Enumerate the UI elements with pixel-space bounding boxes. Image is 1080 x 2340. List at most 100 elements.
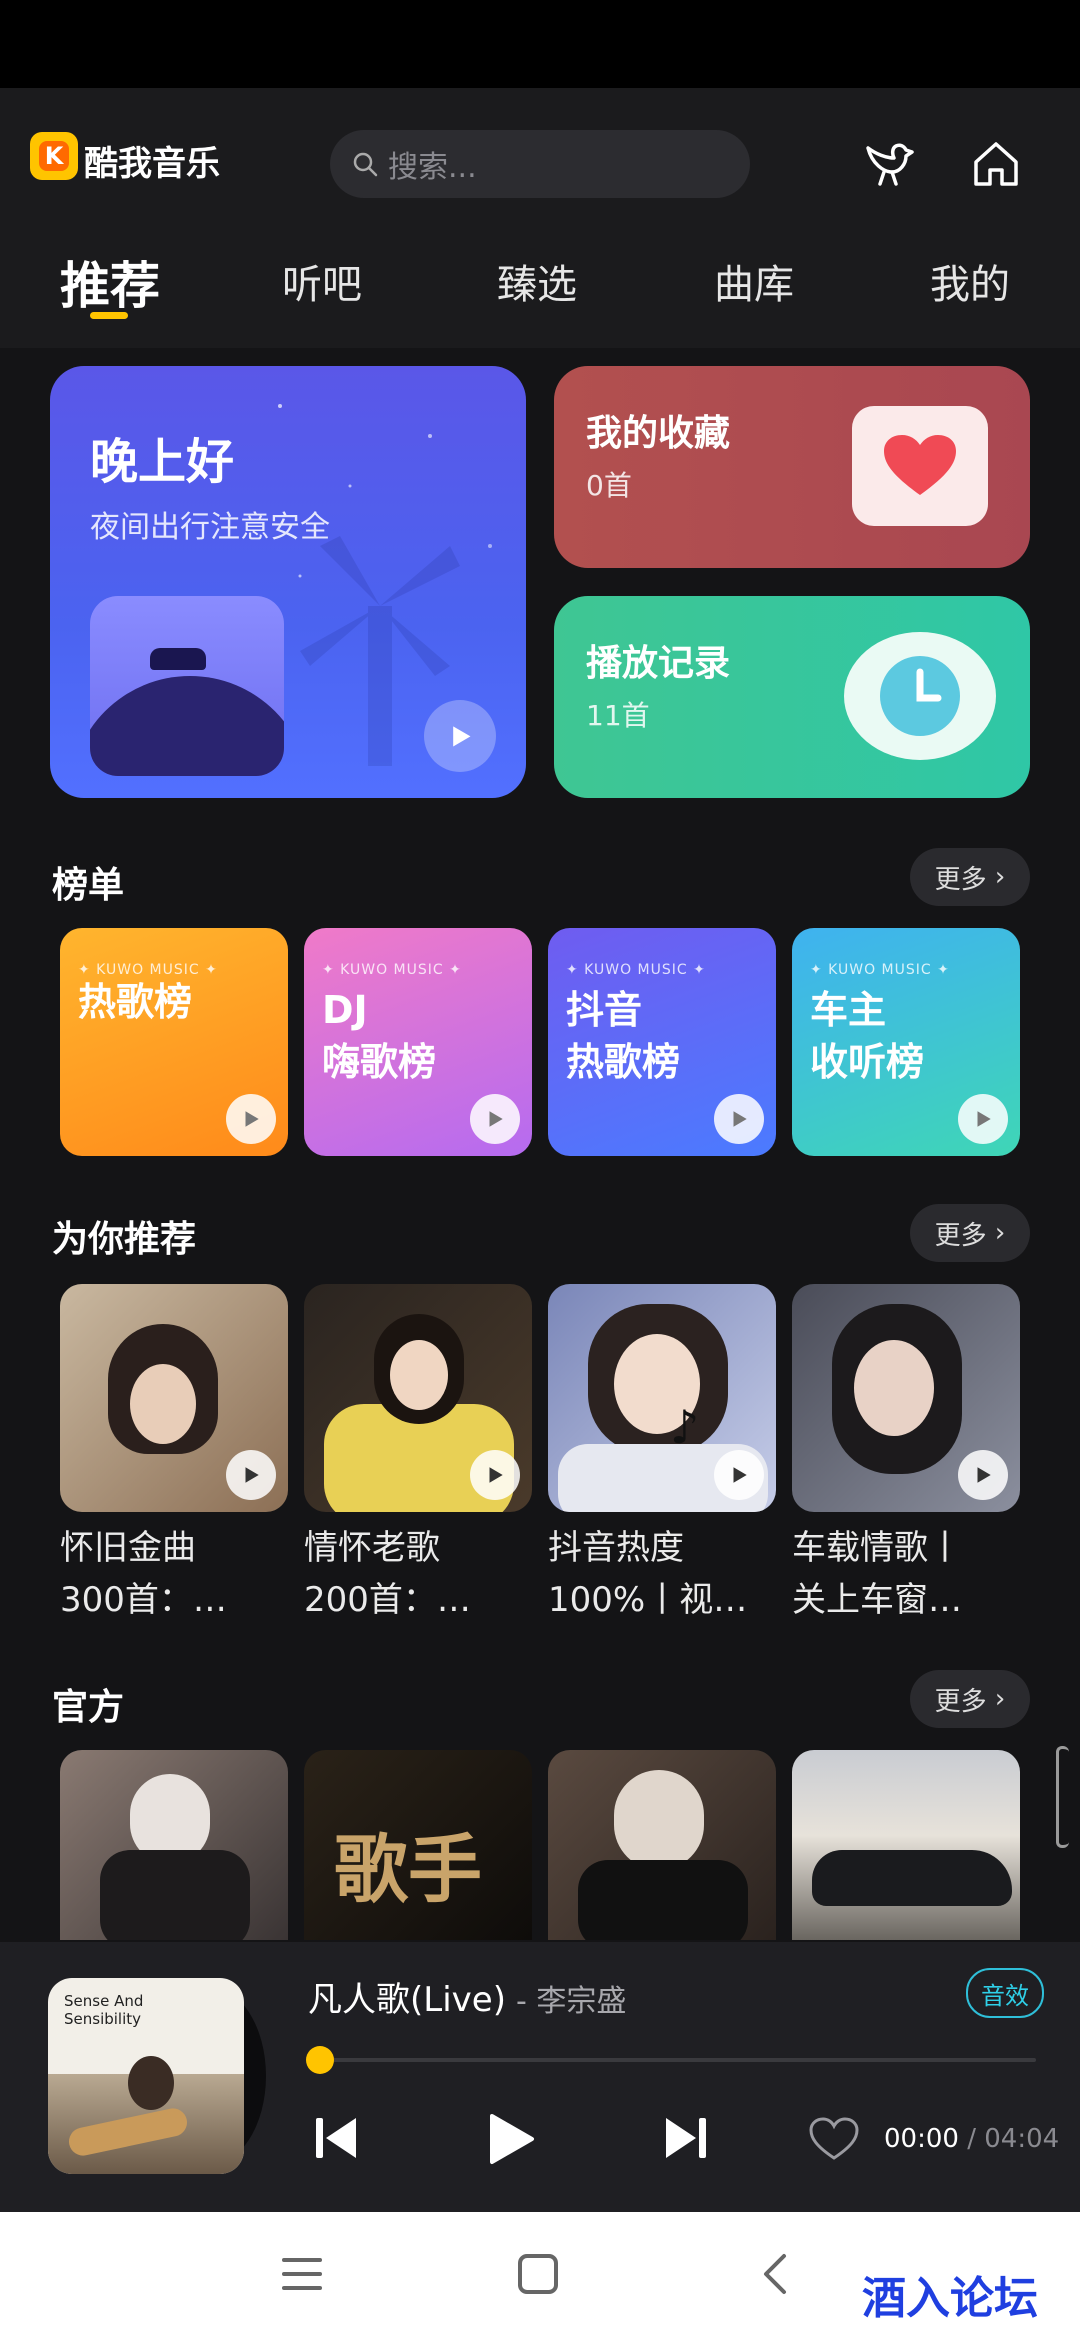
greeting-title: 晚上好	[90, 434, 235, 490]
bird-icon[interactable]	[862, 138, 914, 190]
song-artist: - 李宗盛	[516, 1984, 627, 2019]
history-title: 播放记录	[586, 643, 731, 684]
recommend-more-button[interactable]: 更多 ›	[910, 1204, 1030, 1262]
tab-select[interactable]: 臻选	[497, 252, 577, 310]
chart-dj[interactable]: ✦ KUWO MUSIC ✦ DJ 嗨歌榜	[304, 928, 532, 1156]
recommend-item[interactable]: 车载情歌丨 关上车窗…	[792, 1284, 1020, 1626]
sound-effect-button[interactable]: 音效	[966, 1968, 1044, 2018]
status-bar	[0, 0, 1080, 88]
playlist-title: 怀旧金曲 300首：…	[60, 1528, 227, 1620]
app-logo: K	[30, 132, 78, 180]
history-count: 11首	[586, 699, 650, 732]
chart-play-button[interactable]	[470, 1094, 520, 1144]
playlist-play-button[interactable]	[470, 1450, 520, 1500]
play-icon	[489, 1111, 503, 1127]
previous-track-icon[interactable]	[314, 2114, 360, 2162]
chart-title: 热歌榜	[78, 980, 193, 1024]
menu-icon[interactable]	[280, 2254, 324, 2294]
album-cover[interactable]: Sense And Sensibility	[48, 1978, 244, 2174]
chart-brand: ✦ KUWO MUSIC ✦	[810, 962, 950, 978]
playlist-title: 情怀老歌 200首：…	[304, 1528, 471, 1620]
play-icon	[977, 1111, 991, 1127]
progress-handle[interactable]	[306, 2046, 334, 2074]
greeting-play-button[interactable]	[424, 700, 496, 772]
official-item[interactable]	[792, 1750, 1020, 1940]
history-card[interactable]: 播放记录 11首	[554, 596, 1030, 798]
playlist-cover	[792, 1284, 1020, 1512]
douyin-logo-icon: ♪	[670, 1400, 700, 1454]
playlist-play-button[interactable]	[714, 1450, 764, 1500]
charts-more-button[interactable]: 更多 ›	[910, 848, 1030, 906]
scroll-indicator[interactable]	[1056, 1746, 1069, 1848]
watermark: 酒入论坛	[862, 2273, 1038, 2324]
heart-icon	[852, 406, 988, 526]
greeting-card[interactable]: 晚上好 夜间出行注意安全	[50, 366, 526, 798]
chevron-right-icon: ›	[986, 862, 1006, 892]
chart-title: 抖音 热歌榜	[566, 988, 681, 1084]
favorites-count: 0首	[586, 469, 632, 502]
recommend-item[interactable]: 怀旧金曲 300首：…	[60, 1284, 288, 1626]
night-car-art	[90, 596, 284, 776]
tab-mine[interactable]: 我的	[930, 252, 1010, 310]
chevron-right-icon: ›	[986, 1218, 1006, 1248]
chart-play-button[interactable]	[714, 1094, 764, 1144]
play-icon	[733, 1467, 747, 1483]
total-time: 04:04	[984, 2124, 1060, 2154]
search-input[interactable]: 搜索...	[330, 130, 750, 198]
chart-car-owner[interactable]: ✦ KUWO MUSIC ✦ 车主 收听榜	[792, 928, 1020, 1156]
favorites-card[interactable]: 我的收藏 0首	[554, 366, 1030, 568]
search-placeholder: 搜索...	[388, 150, 477, 185]
time-separator: /	[958, 2124, 985, 2154]
official-item[interactable]	[60, 1750, 288, 1940]
playlist-title: 抖音热度 100%丨视…	[548, 1528, 748, 1620]
play-icon	[452, 725, 471, 747]
play-icon	[489, 1467, 503, 1483]
play-icon	[245, 1111, 259, 1127]
playlist-title: 车载情歌丨 关上车窗…	[792, 1528, 962, 1620]
chart-play-button[interactable]	[958, 1094, 1008, 1144]
play-icon	[977, 1467, 991, 1483]
search-icon	[353, 152, 378, 177]
current-time: 00:00	[884, 2124, 959, 2154]
favorites-title: 我的收藏	[586, 413, 731, 454]
playlist-play-button[interactable]	[958, 1450, 1008, 1500]
chart-title: DJ 嗨歌榜	[322, 988, 437, 1084]
home-square-icon[interactable]	[516, 2252, 560, 2296]
play-icon	[245, 1467, 259, 1483]
charts-section-title: 榜单	[52, 865, 125, 906]
song-title: 凡人歌(Live)	[308, 1980, 506, 2020]
playlist-cover	[60, 1284, 288, 1512]
playlist-cover	[304, 1284, 532, 1512]
chart-hot-songs[interactable]: ✦ KUWO MUSIC ✦ 热歌榜	[60, 928, 288, 1156]
album-title-text: Sense And Sensibility	[64, 1992, 144, 2028]
chart-title: 车主 收听榜	[810, 988, 925, 1084]
tab-recommend[interactable]: 推荐	[60, 246, 160, 318]
greeting-subtitle: 夜间出行注意安全	[90, 510, 330, 545]
tab-listen[interactable]: 听吧	[282, 252, 362, 310]
more-label: 更多	[934, 1686, 987, 1717]
clock-icon	[844, 632, 996, 760]
home-icon[interactable]	[970, 138, 1022, 190]
progress-bar[interactable]	[310, 2058, 1036, 2062]
recommend-item[interactable]: ♪ 抖音热度 100%丨视…	[548, 1284, 776, 1626]
more-label: 更多	[934, 1220, 987, 1251]
recommend-item[interactable]: 情怀老歌 200首：…	[304, 1284, 532, 1626]
next-track-icon[interactable]	[662, 2114, 708, 2162]
play-icon	[733, 1111, 747, 1127]
official-item[interactable]: 歌手	[304, 1750, 532, 1940]
official-item[interactable]	[548, 1750, 776, 1940]
tab-library[interactable]: 曲库	[714, 252, 794, 310]
tab-active-indicator	[90, 312, 128, 319]
like-heart-icon[interactable]	[808, 2116, 860, 2162]
back-icon[interactable]	[760, 2252, 790, 2296]
chart-brand: ✦ KUWO MUSIC ✦	[566, 962, 706, 978]
official-section-title: 官方	[52, 1687, 125, 1728]
play-pause-icon[interactable]	[486, 2112, 536, 2166]
official-more-button[interactable]: 更多 ›	[910, 1670, 1030, 1728]
chart-douyin[interactable]: ✦ KUWO MUSIC ✦ 抖音 热歌榜	[548, 928, 776, 1156]
chart-play-button[interactable]	[226, 1094, 276, 1144]
playlist-play-button[interactable]	[226, 1450, 276, 1500]
playlist-cover: ♪	[548, 1284, 776, 1512]
chart-brand: ✦ KUWO MUSIC ✦	[322, 962, 462, 978]
playback-time: 00:00 / 04:04	[884, 2124, 1059, 2154]
